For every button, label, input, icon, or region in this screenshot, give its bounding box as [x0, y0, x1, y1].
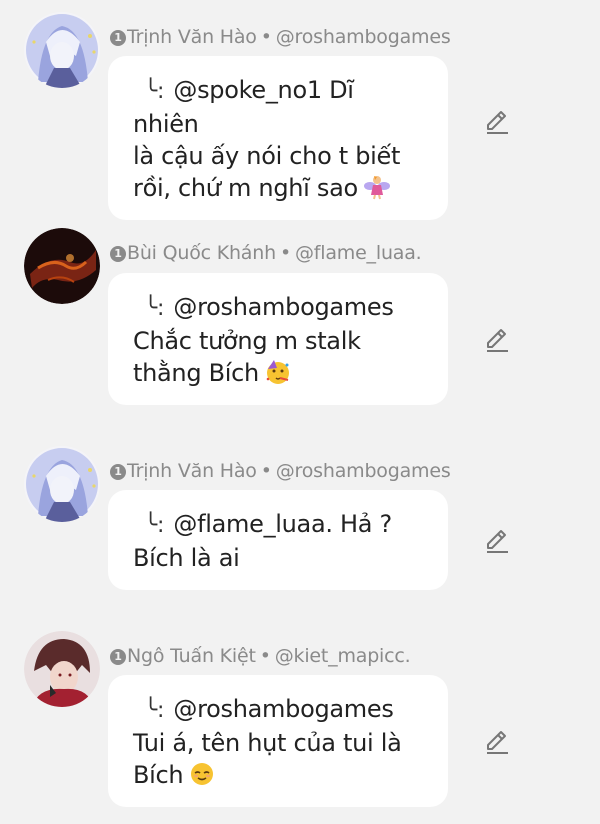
comment-line: ╰: @roshambogames: [133, 693, 424, 727]
comment-line: là cậu ấy nói cho t biết: [133, 142, 401, 170]
party-face-emoji-icon: [266, 360, 289, 384]
comment-meta: 1 Bùi Quốc Khánh • @flame_luaa.: [110, 242, 422, 264]
author-handle[interactable]: @flame_luaa.: [295, 242, 422, 264]
reply-glyph: ╰:: [144, 79, 165, 104]
red-anime-avatar-icon: [24, 631, 100, 707]
avatar[interactable]: [24, 446, 100, 522]
anime-avatar-icon: [24, 446, 100, 522]
comment-text: @roshambogames: [173, 293, 394, 321]
comment-bubble[interactable]: ╰: @spoke_no1 Dĩ nhiên là cậu ấy nói cho…: [108, 56, 448, 220]
author-name[interactable]: Ngô Tuấn Kiệt: [127, 645, 256, 667]
author-handle[interactable]: @roshambogames: [276, 26, 451, 48]
comment-meta: 1 Ngô Tuấn Kiệt • @kiet_mapicc.: [110, 645, 411, 667]
comment-text: thằng Bích: [133, 359, 259, 387]
reply-glyph: ╰:: [144, 698, 165, 723]
comment-text: @roshambogames: [173, 695, 394, 723]
pencil-edit-icon[interactable]: [483, 326, 511, 354]
comment-meta: 1 Trịnh Văn Hào • @roshambogames: [110, 26, 451, 48]
anime-avatar-icon: [24, 12, 100, 88]
comment-feed: 1 Trịnh Văn Hào • @roshambogames ╰: @spoke_…: [0, 0, 600, 824]
pencil-edit-icon[interactable]: [483, 527, 511, 555]
comment-line: thằng Bích: [133, 357, 424, 389]
comment-text: @spoke_no1 Dĩ nhiên: [133, 76, 354, 138]
avatar[interactable]: [24, 12, 100, 88]
comment-bubble[interactable]: ╰: @flame_luaa. Hả ? Bích là ai: [108, 490, 448, 590]
comment-bubble[interactable]: ╰: @roshambogames Tui á, tên hụt của tui…: [108, 675, 448, 807]
comment-line: ╰: @flame_luaa. Hả ?: [133, 508, 424, 542]
comment-item: 1 Trịnh Văn Hào • @roshambogames ╰: @flame_…: [0, 446, 600, 596]
level-badge: 1: [110, 30, 126, 46]
separator-dot: •: [259, 645, 271, 667]
avatar[interactable]: [24, 228, 100, 304]
comment-item: 1 Bùi Quốc Khánh • @flame_luaa. ╰: @roshamb…: [0, 228, 600, 408]
fairy-emoji-icon: [363, 176, 390, 200]
comment-bubble[interactable]: ╰: @roshambogames Chắc tưởng m stalk thằ…: [108, 273, 448, 405]
comment-line: Bích: [133, 759, 424, 791]
avatar[interactable]: [24, 631, 100, 707]
separator-dot: •: [279, 242, 291, 264]
comment-item: 1 Trịnh Văn Hào • @roshambogames ╰: @spoke_…: [0, 12, 600, 220]
author-name[interactable]: Trịnh Văn Hào: [127, 460, 257, 482]
level-badge: 1: [110, 649, 126, 665]
level-badge: 1: [110, 464, 126, 480]
author-handle[interactable]: @kiet_mapicc.: [275, 645, 411, 667]
comment-line: rồi, chứ m nghĩ sao: [133, 172, 424, 204]
comment-line: Bích là ai: [133, 544, 240, 572]
level-badge: 1: [110, 246, 126, 262]
pencil-edit-icon[interactable]: [483, 728, 511, 756]
comment-text: @flame_luaa. Hả ?: [173, 510, 392, 538]
separator-dot: •: [260, 460, 272, 482]
reply-glyph: ╰:: [144, 513, 165, 538]
relieved-face-emoji-icon: [191, 763, 214, 785]
reply-glyph: ╰:: [144, 296, 165, 321]
comment-text: rồi, chứ m nghĩ sao: [133, 174, 358, 202]
comment-meta: 1 Trịnh Văn Hào • @roshambogames: [110, 460, 451, 482]
comment-item: 1 Ngô Tuấn Kiệt • @kiet_mapicc. ╰: @roshamb…: [0, 631, 600, 816]
separator-dot: •: [260, 26, 272, 48]
comment-line: Tui á, tên hụt của tui là: [133, 729, 402, 757]
author-name[interactable]: Trịnh Văn Hào: [127, 26, 257, 48]
pencil-edit-icon[interactable]: [483, 108, 511, 136]
dark-avatar-icon: [24, 228, 100, 304]
comment-line: ╰: @roshambogames: [133, 291, 424, 325]
comment-line: Chắc tưởng m stalk: [133, 327, 361, 355]
author-name[interactable]: Bùi Quốc Khánh: [127, 242, 276, 264]
comment-text: Bích: [133, 761, 184, 789]
comment-line: ╰: @spoke_no1 Dĩ nhiên: [133, 74, 424, 140]
author-handle[interactable]: @roshambogames: [276, 460, 451, 482]
